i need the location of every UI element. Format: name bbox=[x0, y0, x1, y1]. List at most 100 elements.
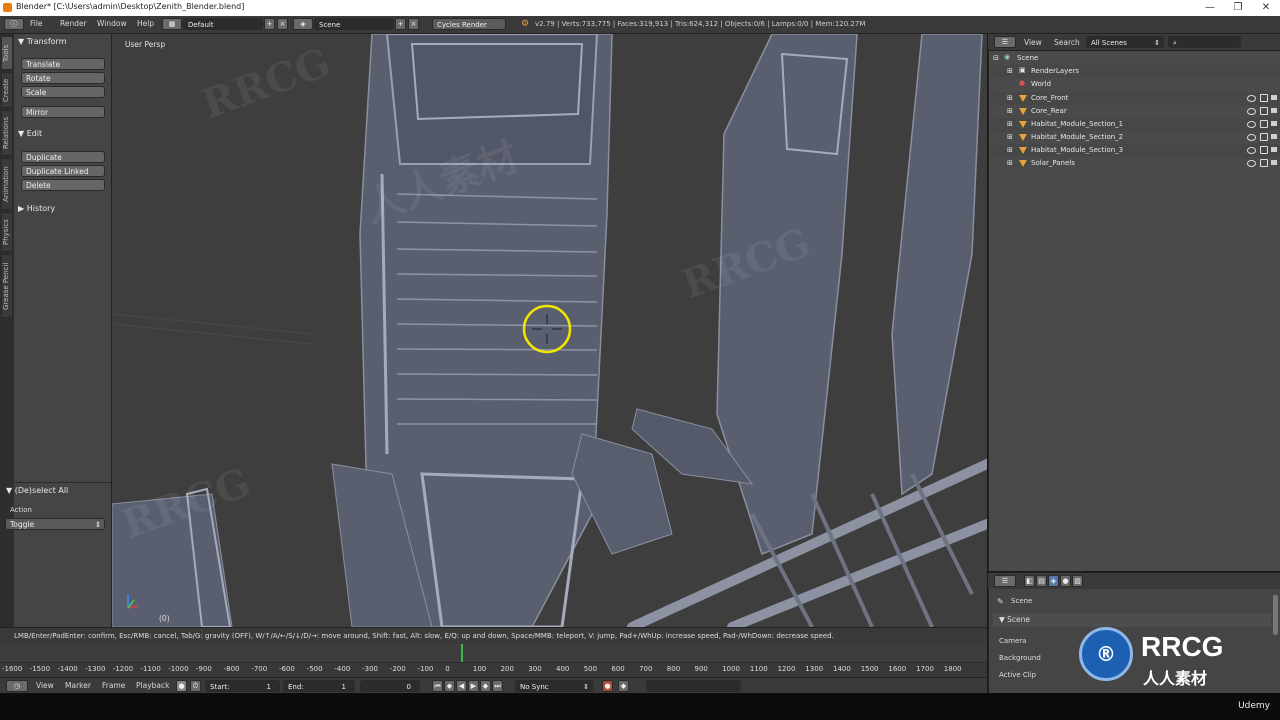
selectable-arrow-icon[interactable] bbox=[1260, 107, 1268, 115]
expand-icon[interactable]: ⊞ bbox=[1007, 107, 1013, 115]
timeline-frame-menu[interactable]: Frame bbox=[102, 681, 125, 690]
timeline-editor-icon[interactable]: ◷ bbox=[6, 680, 28, 692]
expand-icon[interactable]: ⊞ bbox=[1007, 159, 1013, 167]
editor-type-icon[interactable]: ⓘ bbox=[4, 18, 24, 30]
jump-start-icon[interactable]: ⏮ bbox=[432, 680, 443, 692]
selectable-arrow-icon[interactable] bbox=[1260, 120, 1268, 128]
render-camera-icon[interactable] bbox=[1271, 121, 1277, 126]
layout-icon[interactable]: ▦ bbox=[162, 18, 182, 30]
outliner-row-habitat-1[interactable]: ⊞ Habitat_Module_Section_1 bbox=[989, 118, 1280, 131]
object-tab-icon[interactable]: ▧ bbox=[1072, 575, 1083, 587]
outliner-search-input[interactable]: ⌕ bbox=[1168, 36, 1241, 48]
scale-button[interactable]: Scale bbox=[21, 86, 105, 98]
duplicate-linked-button[interactable]: Duplicate Linked bbox=[21, 165, 105, 177]
outliner-search-menu[interactable]: Search bbox=[1054, 38, 1080, 47]
render-camera-icon[interactable] bbox=[1271, 95, 1277, 100]
translate-button[interactable]: Translate bbox=[21, 58, 105, 70]
menu-render[interactable]: Render bbox=[60, 19, 87, 28]
selectable-arrow-icon[interactable] bbox=[1260, 94, 1268, 102]
render-camera-icon[interactable] bbox=[1271, 108, 1277, 113]
record-icon[interactable]: ● bbox=[176, 680, 187, 692]
play-reverse-icon[interactable]: ◀ bbox=[456, 680, 467, 692]
tab-physics[interactable]: Physics bbox=[1, 212, 13, 252]
menu-help[interactable]: Help bbox=[137, 19, 154, 28]
render-tab-icon[interactable]: ◧ bbox=[1024, 575, 1035, 587]
timeline[interactable]: -1600 -1500 -1400 -1300 -1200 -1100 -1000 -900-… bbox=[0, 644, 987, 677]
selectable-arrow-icon[interactable] bbox=[1260, 146, 1268, 154]
render-engine-select[interactable]: Cycles Render bbox=[432, 18, 506, 30]
visibility-eye-icon[interactable] bbox=[1247, 121, 1256, 128]
scene-field[interactable]: Scene bbox=[314, 18, 394, 30]
sync-mode-select[interactable]: No Sync ⇕ bbox=[515, 680, 593, 692]
outliner-view-menu[interactable]: View bbox=[1024, 38, 1042, 47]
rotate-button[interactable]: Rotate bbox=[21, 72, 105, 84]
layout-remove-button[interactable]: × bbox=[277, 18, 288, 30]
visibility-eye-icon[interactable] bbox=[1247, 134, 1256, 141]
visibility-eye-icon[interactable] bbox=[1247, 108, 1256, 115]
menu-window[interactable]: Window bbox=[97, 19, 127, 28]
outliner-row-core-front[interactable]: ⊞ Core_Front bbox=[989, 92, 1280, 105]
end-frame-field[interactable]: End: 1 bbox=[283, 680, 355, 692]
layers-tab-icon[interactable]: ▤ bbox=[1036, 575, 1047, 587]
render-camera-icon[interactable] bbox=[1271, 160, 1277, 165]
expand-icon[interactable]: ⊞ bbox=[1007, 133, 1013, 141]
tab-animation[interactable]: Animation bbox=[1, 158, 13, 210]
history-panel-header[interactable]: ▶ History bbox=[18, 204, 106, 218]
tab-tools[interactable]: Tools bbox=[1, 36, 13, 70]
timeline-playback-menu[interactable]: Playback bbox=[136, 681, 169, 690]
scene-remove-button[interactable]: × bbox=[408, 18, 419, 30]
render-camera-icon[interactable] bbox=[1271, 147, 1277, 152]
start-frame-field[interactable]: Start: 1 bbox=[205, 680, 280, 692]
visibility-eye-icon[interactable] bbox=[1247, 160, 1256, 167]
collapse-icon[interactable]: ⊟ bbox=[993, 54, 999, 62]
tab-create[interactable]: Create bbox=[1, 72, 13, 108]
outliner-row-habitat-2[interactable]: ⊞ Habitat_Module_Section_2 bbox=[989, 131, 1280, 144]
properties-editor-icon[interactable]: ☰ bbox=[994, 575, 1016, 587]
3d-viewport[interactable]: User Persp (0) bbox=[112, 34, 987, 627]
pin-icon[interactable]: ✎ bbox=[997, 597, 1004, 606]
visibility-eye-icon[interactable] bbox=[1247, 147, 1256, 154]
expand-icon[interactable]: ⊞ bbox=[1007, 146, 1013, 154]
close-button[interactable]: ✕ bbox=[1252, 1, 1280, 15]
tab-relations[interactable]: Relations bbox=[1, 110, 13, 156]
current-frame-field[interactable]: 0 bbox=[360, 680, 420, 692]
edit-panel-header[interactable]: ▼ Edit bbox=[18, 129, 106, 143]
outliner-editor-icon[interactable]: ☰ bbox=[994, 36, 1016, 48]
scene-add-button[interactable]: + bbox=[395, 18, 406, 30]
layout-field[interactable]: Default bbox=[183, 18, 263, 30]
play-icon[interactable]: ▶ bbox=[468, 680, 479, 692]
scene-icon[interactable]: ◈ bbox=[293, 18, 313, 30]
outliner-row-habitat-3[interactable]: ⊞ Habitat_Module_Section_3 bbox=[989, 144, 1280, 157]
preview-range-icon[interactable]: ⏱ bbox=[190, 680, 201, 692]
jump-key-forward-icon[interactable]: ◆ bbox=[480, 680, 491, 692]
duplicate-button[interactable]: Duplicate bbox=[21, 151, 105, 163]
timeline-view-menu[interactable]: View bbox=[36, 681, 54, 690]
tab-grease-pencil[interactable]: Grease Pencil bbox=[1, 254, 13, 318]
maximize-button[interactable]: ❐ bbox=[1224, 1, 1252, 15]
scene-tab-icon[interactable]: ◈ bbox=[1048, 575, 1059, 587]
keyset-icon[interactable]: ◆ bbox=[618, 680, 629, 692]
minimize-button[interactable]: — bbox=[1196, 1, 1224, 15]
expand-icon[interactable]: ⊞ bbox=[1007, 67, 1013, 75]
world-tab-icon[interactable]: ● bbox=[1060, 575, 1071, 587]
jump-end-icon[interactable]: ⏭ bbox=[492, 680, 503, 692]
outliner-row-renderlayers[interactable]: ⊞ ▣ RenderLayers bbox=[989, 65, 1280, 78]
outliner-display-mode[interactable]: All Scenes ⇕ bbox=[1086, 36, 1164, 48]
outliner-row-world[interactable]: ● World bbox=[989, 78, 1280, 91]
transform-panel-header[interactable]: ▼ Transform bbox=[18, 37, 106, 51]
timeline-marker-menu[interactable]: Marker bbox=[65, 681, 91, 690]
selectable-arrow-icon[interactable] bbox=[1260, 133, 1268, 141]
render-camera-icon[interactable] bbox=[1271, 134, 1277, 139]
action-select[interactable]: Toggle ⇕ bbox=[5, 518, 105, 530]
expand-icon[interactable]: ⊞ bbox=[1007, 120, 1013, 128]
layout-add-button[interactable]: + bbox=[264, 18, 275, 30]
delete-button[interactable]: Delete bbox=[21, 179, 105, 191]
outliner-row-scene[interactable]: ⊟ ◉ Scene bbox=[989, 52, 1280, 65]
visibility-eye-icon[interactable] bbox=[1247, 95, 1256, 102]
jump-key-back-icon[interactable]: ◆ bbox=[444, 680, 455, 692]
expand-icon[interactable]: ⊞ bbox=[1007, 94, 1013, 102]
outliner-row-core-rear[interactable]: ⊞ Core_Rear bbox=[989, 105, 1280, 118]
mirror-button[interactable]: Mirror bbox=[21, 106, 105, 118]
operator-panel-header[interactable]: ▼ (De)select All bbox=[6, 486, 94, 500]
menu-file[interactable]: File bbox=[30, 19, 43, 28]
